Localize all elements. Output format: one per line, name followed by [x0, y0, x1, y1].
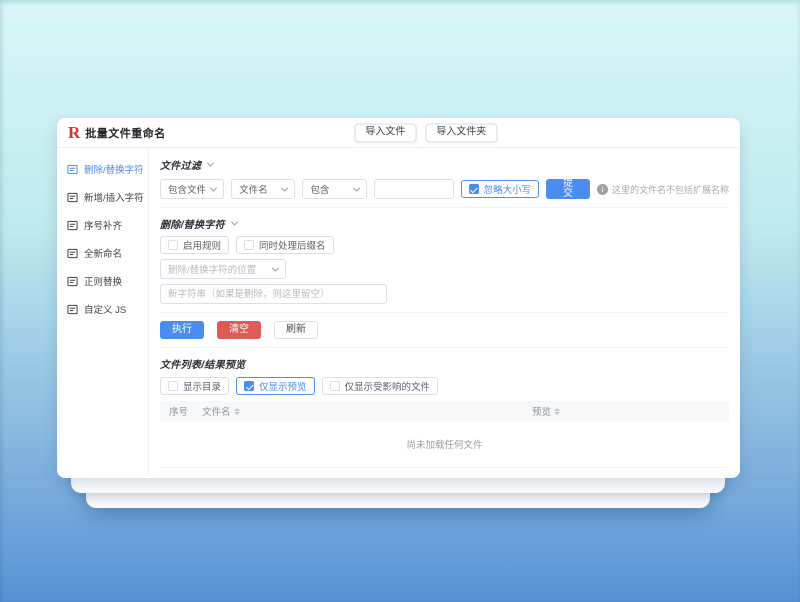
checkbox-checked-icon: [469, 184, 479, 194]
enable-rule-checkbox[interactable]: 启用规则: [160, 236, 229, 254]
rule-section-title: 删除/替换字符: [160, 216, 225, 231]
list-options: 显示目录 仅显示预览 仅显示受影响的文件: [160, 377, 729, 395]
preview-only-label: 仅显示预览: [259, 379, 307, 393]
rule-controls: 启用规则 同时处理后缀名 删除/替换字符的位置: [160, 236, 729, 304]
checkbox-unchecked-icon: [168, 381, 178, 391]
clear-button[interactable]: 清空: [217, 321, 261, 339]
sidebar-item-rename-new[interactable]: 全新命名: [57, 239, 148, 267]
file-table: 序号 文件名 预览 尚未加载任何文件: [160, 401, 729, 468]
info-icon: [597, 184, 608, 195]
show-directory-checkbox[interactable]: 显示目录: [160, 377, 229, 395]
ignore-case-checkbox[interactable]: 忽略大小写: [461, 180, 540, 198]
filter-keyword-input[interactable]: [374, 179, 454, 199]
form-icon: [67, 248, 78, 259]
section-divider: [160, 347, 729, 348]
action-bar: 执行 清空 刷新: [160, 321, 729, 339]
refresh-button[interactable]: 刷新: [274, 321, 318, 339]
select-value: 包含: [310, 182, 329, 196]
filter-operator-select[interactable]: 包含: [302, 179, 366, 199]
sidebar-item-label: 删除/替换字符: [84, 162, 144, 176]
form-icon: [67, 192, 78, 203]
enable-rule-label: 启用规则: [183, 238, 221, 252]
column-header-index: 序号: [169, 404, 188, 418]
section-divider: [160, 207, 729, 208]
show-directory-label: 显示目录: [183, 379, 221, 393]
submit-button[interactable]: 提交: [546, 179, 590, 199]
sort-caret[interactable]: [234, 408, 240, 415]
checkbox-unchecked-icon: [168, 240, 178, 250]
chevron-down-icon[interactable]: [207, 160, 214, 167]
sidebar-item-delete-replace[interactable]: 删除/替换字符: [57, 155, 148, 183]
sidebar-item-regex-replace[interactable]: 正则替换: [57, 267, 148, 295]
import-file-button[interactable]: 导入文件: [354, 123, 416, 142]
app-title: 批量文件重命名: [85, 125, 166, 141]
app-window: R 批量文件重命名 导入文件 导入文件夹 删除/替换字符: [57, 118, 740, 478]
chevron-down-icon: [281, 184, 288, 191]
desktop-background: R 批量文件重命名 导入文件 导入文件夹 删除/替换字符: [0, 0, 800, 602]
affected-only-checkbox[interactable]: 仅显示受影响的文件: [322, 377, 439, 395]
new-string-input[interactable]: [160, 284, 387, 304]
filename-hint: 这里的文件名不包括扩展名称: [597, 183, 729, 196]
sidebar-item-label: 正则替换: [84, 274, 122, 288]
select-value: 包含文件: [168, 182, 206, 196]
ignore-case-label: 忽略大小写: [484, 182, 532, 196]
brand: R 批量文件重命名: [68, 124, 166, 141]
position-select[interactable]: 删除/替换字符的位置: [160, 259, 286, 279]
form-icon: [67, 164, 78, 175]
chevron-down-icon: [210, 184, 217, 191]
sidebar-item-label: 序号补齐: [84, 218, 122, 232]
filter-controls: 包含文件 文件名 包含 忽略大小写: [160, 179, 729, 199]
filter-field-select[interactable]: 文件名: [231, 179, 295, 199]
header-actions: 导入文件 导入文件夹: [354, 123, 497, 142]
table-header: 序号 文件名 预览: [160, 401, 729, 421]
empty-state: 尚未加载任何文件: [160, 421, 729, 468]
empty-state-text: 尚未加载任何文件: [406, 437, 482, 451]
checkbox-checked-icon: [244, 381, 254, 391]
chevron-down-icon: [353, 184, 360, 191]
list-section-title: 文件列表/结果预览: [160, 356, 245, 371]
process-suffix-checkbox[interactable]: 同时处理后缀名: [236, 236, 334, 254]
filter-section-title: 文件过滤: [160, 157, 201, 172]
select-placeholder: 删除/替换字符的位置: [168, 262, 256, 276]
main-content: 文件过滤 包含文件 文件名 包含: [149, 148, 740, 477]
select-value: 文件名: [239, 182, 268, 196]
sidebar-item-custom-js[interactable]: 自定义 JS: [57, 295, 148, 323]
execute-button[interactable]: 执行: [160, 321, 204, 339]
app-header: R 批量文件重命名 导入文件 导入文件夹: [57, 118, 740, 148]
form-icon: [67, 304, 78, 315]
section-divider: [160, 312, 729, 313]
chevron-down-icon: [272, 264, 279, 271]
column-header-filename: 文件名: [202, 404, 231, 418]
sidebar: 删除/替换字符 新增/插入字符 序号补齐: [57, 148, 149, 477]
process-suffix-label: 同时处理后缀名: [259, 238, 326, 252]
affected-only-label: 仅显示受影响的文件: [345, 379, 431, 393]
form-icon: [67, 220, 78, 231]
sidebar-item-insert[interactable]: 新增/插入字符: [57, 183, 148, 211]
sort-caret[interactable]: [554, 408, 560, 415]
import-folder-button[interactable]: 导入文件夹: [425, 123, 497, 142]
hint-text: 这里的文件名不包括扩展名称: [612, 183, 729, 196]
checkbox-unchecked-icon: [330, 381, 340, 391]
sidebar-item-sequence-pad[interactable]: 序号补齐: [57, 211, 148, 239]
column-header-preview: 预览: [532, 404, 551, 418]
app-logo: R: [68, 124, 80, 141]
checkbox-unchecked-icon: [244, 240, 254, 250]
preview-only-checkbox[interactable]: 仅显示预览: [236, 377, 315, 395]
form-icon: [67, 276, 78, 287]
sidebar-item-label: 新增/插入字符: [84, 190, 144, 204]
sidebar-item-label: 全新命名: [84, 246, 122, 260]
chevron-down-icon[interactable]: [231, 219, 238, 226]
sidebar-item-label: 自定义 JS: [84, 302, 126, 316]
filter-scope-select[interactable]: 包含文件: [160, 179, 224, 199]
